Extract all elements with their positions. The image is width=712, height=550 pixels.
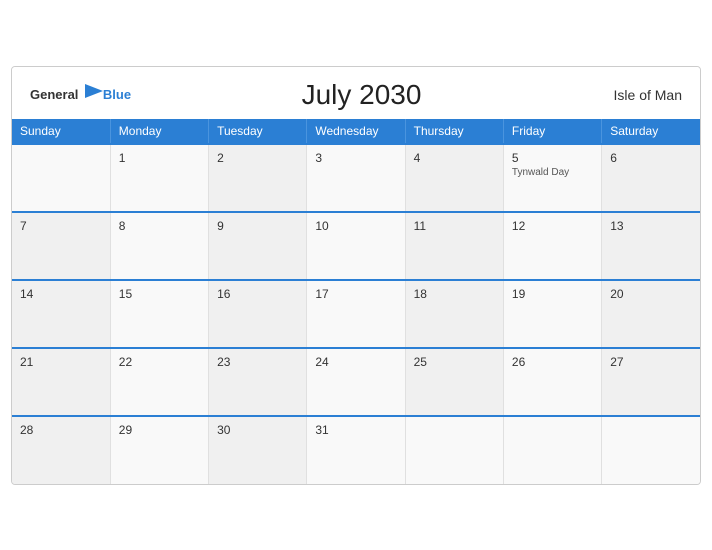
day-cell-w3-d6: 19 [503,280,601,348]
day-number: 5 [512,151,593,165]
day-cell-w2-d5: 11 [405,212,503,280]
event-label: Tynwald Day [512,167,593,178]
header-sunday: Sunday [12,119,110,144]
day-cell-w5-d5 [405,416,503,484]
day-cell-w3-d1: 14 [12,280,110,348]
day-cell-w2-d2: 8 [110,212,208,280]
day-number: 22 [119,355,200,369]
day-cell-w1-d7: 6 [602,144,700,212]
day-cell-w4-d3: 23 [209,348,307,416]
day-cell-w4-d6: 26 [503,348,601,416]
header-tuesday: Tuesday [209,119,307,144]
week-row-1: 1 2 3 4 5 Tynwald Day 6 [12,144,700,212]
day-cell-w2-d3: 9 [209,212,307,280]
day-number: 15 [119,287,200,301]
logo-blue: Blue [103,87,131,102]
calendar-container: General Blue July 2030 Isle of Man Sunda… [11,66,701,485]
day-number: 31 [315,423,396,437]
day-number: 25 [414,355,495,369]
day-cell-w4-d4: 24 [307,348,405,416]
day-cell-w4-d7: 27 [602,348,700,416]
day-number: 6 [610,151,692,165]
day-cell-w1-d4: 3 [307,144,405,212]
day-cell-w5-d2: 29 [110,416,208,484]
week-row-4: 21 22 23 24 25 26 27 [12,348,700,416]
day-number: 29 [119,423,200,437]
calendar-body: 12345Tynwald Day678910111213141516171819… [12,144,700,484]
header-monday: Monday [110,119,208,144]
day-number: 16 [217,287,298,301]
day-cell-w2-d6: 12 [503,212,601,280]
day-number: 21 [20,355,102,369]
month-title: July 2030 [131,79,592,111]
week-row-3: 14 15 16 17 18 19 20 [12,280,700,348]
day-number: 18 [414,287,495,301]
day-cell-w2-d7: 13 [602,212,700,280]
day-number: 3 [315,151,396,165]
day-cell-w4-d5: 25 [405,348,503,416]
day-cell-w2-d1: 7 [12,212,110,280]
day-number: 10 [315,219,396,233]
calendar-table: Sunday Monday Tuesday Wednesday Thursday… [12,119,700,484]
day-number: 9 [217,219,298,233]
day-number: 8 [119,219,200,233]
day-number: 14 [20,287,102,301]
day-cell-w4-d1: 21 [12,348,110,416]
day-cell-w2-d4: 10 [307,212,405,280]
header-thursday: Thursday [405,119,503,144]
day-cell-w3-d3: 16 [209,280,307,348]
day-cell-w1-d6: 5 Tynwald Day [503,144,601,212]
day-number: 20 [610,287,692,301]
day-number: 11 [414,219,495,233]
day-cell-w1-d3: 2 [209,144,307,212]
day-cell-w3-d2: 15 [110,280,208,348]
day-cell-w3-d4: 17 [307,280,405,348]
calendar-header: General Blue July 2030 Isle of Man [12,67,700,119]
day-number: 2 [217,151,298,165]
day-number: 30 [217,423,298,437]
day-cell-w5-d1: 28 [12,416,110,484]
header-saturday: Saturday [602,119,700,144]
week-row-5: 28 29 30 31 [12,416,700,484]
region-label: Isle of Man [592,87,682,103]
day-number: 28 [20,423,102,437]
day-number: 1 [119,151,200,165]
day-number: 23 [217,355,298,369]
day-number: 19 [512,287,593,301]
day-number: 27 [610,355,692,369]
day-cell-w3-d5: 18 [405,280,503,348]
header-friday: Friday [503,119,601,144]
day-number: 12 [512,219,593,233]
day-cell-w5-d3: 30 [209,416,307,484]
day-number: 24 [315,355,396,369]
day-number: 13 [610,219,692,233]
day-cell-w1-d5: 4 [405,144,503,212]
weekday-header-row: Sunday Monday Tuesday Wednesday Thursday… [12,119,700,144]
day-cell-w5-d7 [602,416,700,484]
day-number: 26 [512,355,593,369]
day-number: 7 [20,219,102,233]
logo-general: General [30,87,78,102]
day-cell-w1-d1 [12,144,110,212]
header-wednesday: Wednesday [307,119,405,144]
logo: General Blue [30,85,131,104]
day-number: 4 [414,151,495,165]
day-cell-w3-d7: 20 [602,280,700,348]
day-cell-w1-d2: 1 [110,144,208,212]
day-cell-w5-d4: 31 [307,416,405,484]
day-cell-w4-d2: 22 [110,348,208,416]
week-row-2: 7 8 9 10 11 12 13 [12,212,700,280]
day-number: 17 [315,287,396,301]
day-cell-w5-d6 [503,416,601,484]
logo-flag-icon [85,84,103,98]
